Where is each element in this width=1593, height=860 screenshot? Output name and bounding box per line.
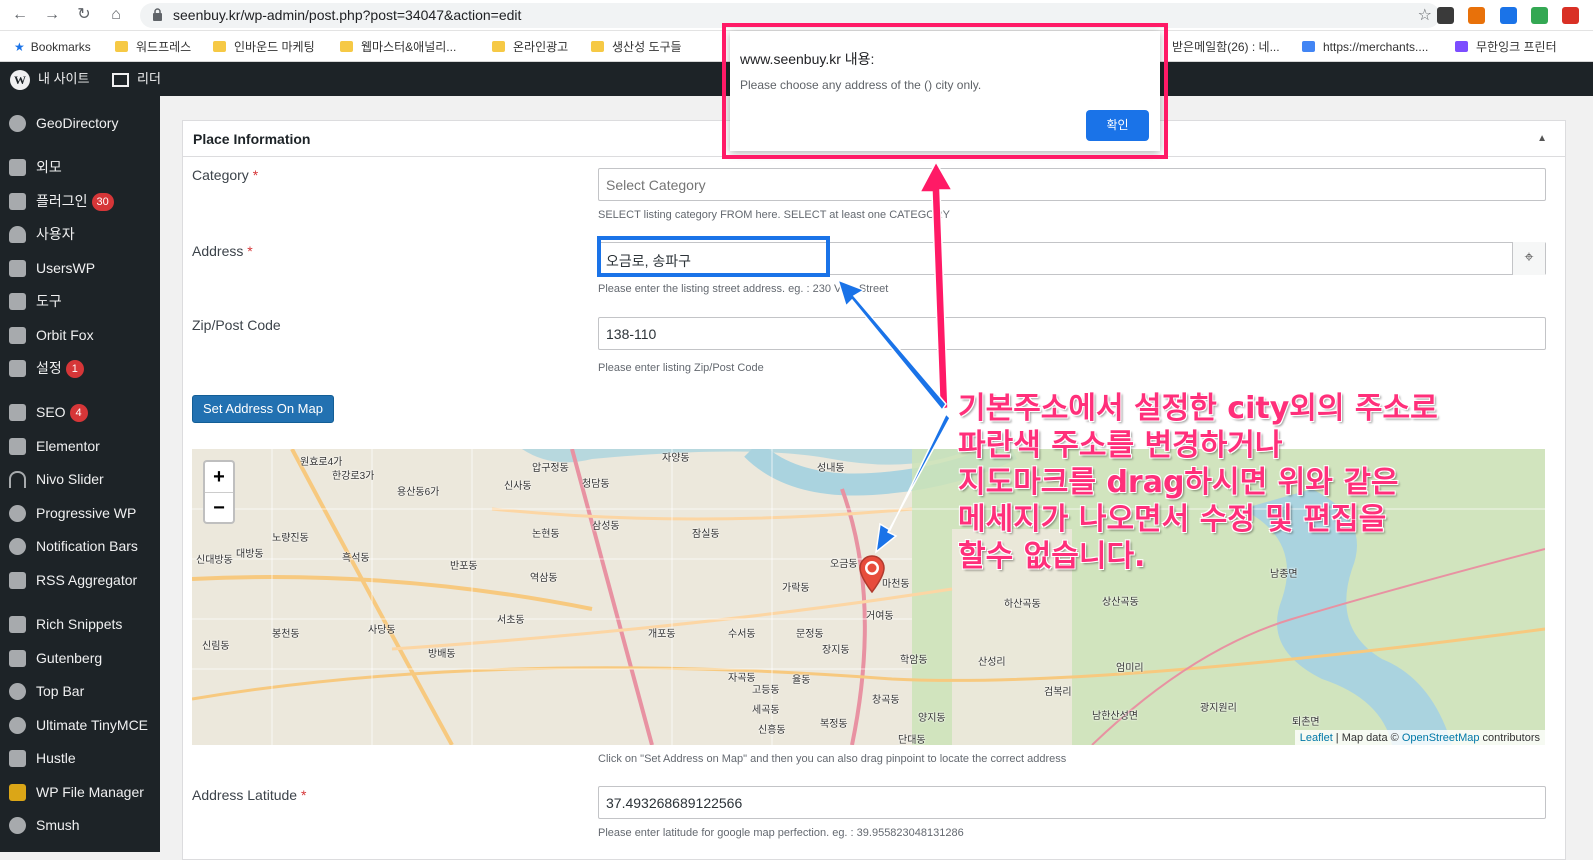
alert-highlight-frame [722, 23, 1168, 159]
annotation-note: 기본주소에서 설정한 city외의 주소로 파란색 주소를 변경하거나 지도마크… [958, 391, 1438, 574]
